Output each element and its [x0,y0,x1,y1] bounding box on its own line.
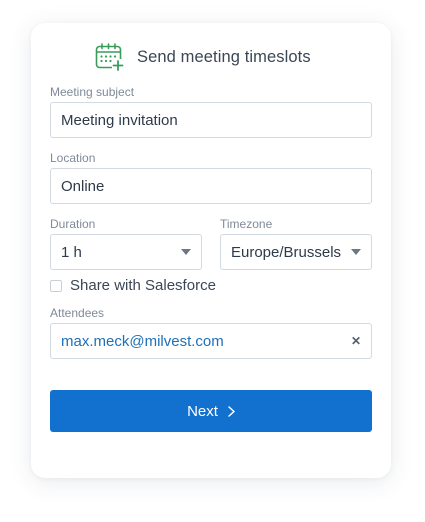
remove-attendee-icon[interactable]: ✕ [351,334,361,348]
subject-label: Meeting subject [50,85,135,99]
timezone-value: Europe/Brussels [231,243,342,261]
dialog-header: Send meeting timeslots [95,43,311,71]
next-button[interactable]: Next [50,390,372,432]
attendees-label: Attendees [50,306,105,320]
salesforce-label: Share with Salesforce [70,277,216,294]
location-input[interactable]: Online [50,168,372,204]
timezone-label: Timezone [220,217,273,231]
salesforce-checkbox[interactable] [50,279,62,292]
duration-label: Duration [50,217,96,231]
chevron-right-icon [228,405,235,417]
timezone-select[interactable]: Europe/Brussels [220,234,372,270]
duration-select[interactable]: 1 h [50,234,202,270]
chevron-down-icon [181,249,191,255]
subject-value: Meeting invitation [61,111,178,129]
attendees-input[interactable]: max.meck@milvest.com ✕ [50,323,372,359]
subject-input[interactable]: Meeting invitation [50,102,372,138]
calendar-add-icon [95,43,124,71]
salesforce-option[interactable]: Share with Salesforce [50,277,216,294]
next-button-label: Next [187,402,218,420]
location-value: Online [61,177,105,195]
chevron-down-icon [351,249,361,255]
duration-value: 1 h [61,243,82,261]
location-label: Location [50,151,96,165]
dialog-title: Send meeting timeslots [137,47,311,66]
send-timeslots-dialog: Send meeting timeslots Meeting subject M… [31,23,391,478]
attendee-email: max.meck@milvest.com [61,332,224,350]
